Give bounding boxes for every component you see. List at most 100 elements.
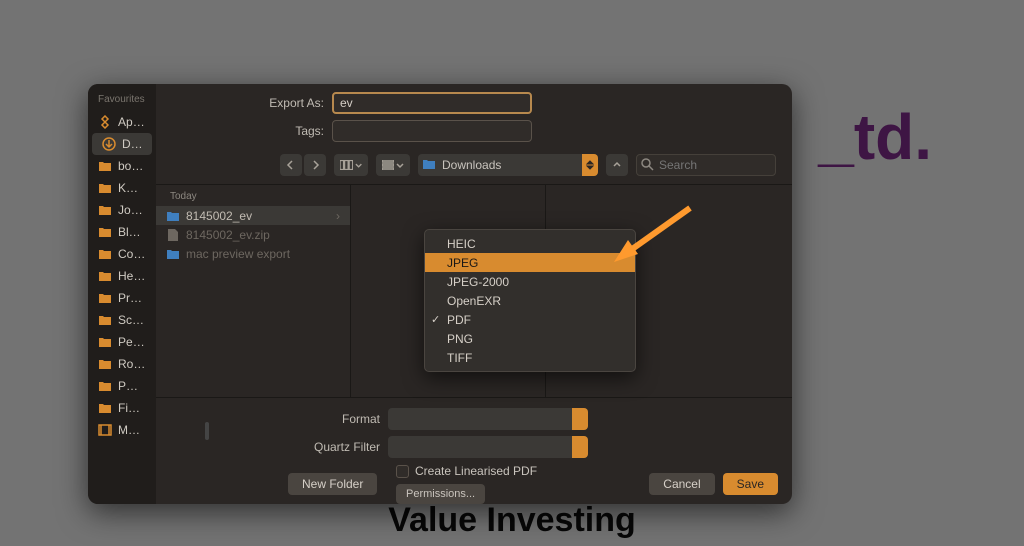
save-button[interactable]: Save [723, 473, 778, 495]
sidebar-item-presell-pages[interactable]: Presell Pages [88, 287, 156, 309]
quartz-filter-popup[interactable] [388, 436, 588, 458]
sidebar-item-label: Jokes [118, 203, 146, 217]
collapse-button[interactable] [606, 154, 628, 176]
sidebar-item-movies[interactable]: Movies [88, 419, 156, 441]
chevron-right-icon: › [336, 209, 340, 223]
toolbar: Downloads [156, 150, 792, 185]
sidebar-item-bodyfatcutter[interactable]: bodyfatcutter [88, 155, 156, 177]
file-row[interactable]: mac preview export [156, 244, 350, 263]
folder-icon [166, 209, 180, 223]
format-option-heic[interactable]: HEIC [425, 234, 635, 253]
sidebar-item-pdf-chrom-[interactable]: PDF Chrom… [88, 375, 156, 397]
sidebar-header: Favourites [88, 90, 156, 111]
popup-arrows-icon [582, 154, 598, 176]
format-option-label: OpenEXR [447, 294, 501, 308]
file-icon [166, 228, 180, 242]
sidebar-item-label: bodyfatcutter [118, 159, 146, 173]
sidebar-item-applications[interactable]: Applications [88, 111, 156, 133]
forward-button[interactable] [304, 154, 326, 176]
sidebar-item-kwebby[interactable]: Kwebby [88, 177, 156, 199]
folder-icon [98, 203, 112, 217]
sidebar-item-label: PDF Chrom… [118, 379, 146, 393]
new-folder-button[interactable]: New Folder [288, 473, 377, 495]
location-popup[interactable]: Downloads [418, 154, 598, 176]
movie-icon [98, 423, 112, 437]
dialog-footer: New Folder Cancel Save [274, 464, 792, 504]
format-popup[interactable] [388, 408, 588, 430]
format-option-tiff[interactable]: TIFF [425, 348, 635, 367]
group-button[interactable] [376, 154, 410, 176]
cancel-button[interactable]: Cancel [649, 473, 714, 495]
folder-icon [98, 357, 112, 371]
sidebar-item-copyrocket-[interactable]: Copyrocket… [88, 243, 156, 265]
format-option-jpeg-2000[interactable]: JPEG-2000 [425, 272, 635, 291]
folder-icon [98, 379, 112, 393]
folder-icon [98, 269, 112, 283]
export-as-input[interactable] [332, 92, 532, 114]
format-option-png[interactable]: PNG [425, 329, 635, 348]
sidebar-item-personal-do-[interactable]: Personal Do… [88, 331, 156, 353]
format-option-label: JPEG [447, 256, 478, 270]
sidebar-item-label: HealthyTum… [118, 269, 146, 283]
tags-input[interactable] [332, 120, 532, 142]
file-row-label: 8145002_ev.zip [186, 228, 340, 242]
export-as-label: Export As: [172, 96, 332, 110]
file-row-label: 8145002_ev [186, 209, 330, 223]
sidebar-item-label: Applications [118, 115, 146, 129]
format-option-openexr[interactable]: OpenEXR [425, 291, 635, 310]
sidebar-item-blogs[interactable]: Blogs [88, 221, 156, 243]
top-fields: Export As: Tags: [156, 84, 792, 150]
sidebar-item-healthytum-[interactable]: HealthyTum… [88, 265, 156, 287]
file-row[interactable]: 8145002_ev.zip [156, 225, 350, 244]
format-option-label: JPEG-2000 [447, 275, 509, 289]
file-row-label: mac preview export [186, 247, 340, 261]
sidebar-item-label: Movies [118, 423, 146, 437]
sidebar-item-label: RocketWeb… [118, 357, 146, 371]
sidebar-item-downloads[interactable]: Downloads [92, 133, 152, 155]
folder-icon [422, 158, 436, 173]
folder-icon [98, 291, 112, 305]
sidebar-item-jokes[interactable]: Jokes [88, 199, 156, 221]
folder-icon [98, 313, 112, 327]
apps-icon [98, 115, 112, 129]
search-icon [641, 158, 654, 174]
folder-icon [98, 181, 112, 195]
format-option-label: TIFF [447, 351, 472, 365]
check-icon: ✓ [431, 313, 440, 326]
folder-icon [98, 159, 112, 173]
folder-icon [98, 225, 112, 239]
search-input[interactable] [636, 154, 776, 176]
file-row[interactable]: 8145002_ev › [156, 206, 350, 225]
format-option-pdf[interactable]: ✓ PDF [425, 310, 635, 329]
sidebar-item-rocketweb-[interactable]: RocketWeb… [88, 353, 156, 375]
format-option-label: HEIC [447, 237, 476, 251]
format-option-label: PDF [447, 313, 471, 327]
format-option-jpeg[interactable]: JPEG [425, 253, 635, 272]
sidebar-item-label: Scripts [118, 313, 146, 327]
sidebar-item-label: Final Inter [118, 401, 146, 415]
sidebar-item-scripts[interactable]: Scripts [88, 309, 156, 331]
folder-icon [98, 335, 112, 349]
sidebar-item-final-inter[interactable]: Final Inter [88, 397, 156, 419]
quartz-filter-label: Quartz Filter [172, 440, 388, 454]
nav-group [280, 154, 326, 176]
browser-column-1: Today 8145002_ev › 8145002_ev.zipmac previ… [156, 185, 351, 397]
column-header: Today [156, 189, 350, 206]
sidebar-item-label: Personal Do… [118, 335, 146, 349]
down-icon [102, 137, 116, 151]
sidebar-item-label: Downloads [122, 137, 142, 151]
tags-label: Tags: [172, 124, 332, 138]
location-label: Downloads [442, 158, 501, 172]
format-option-label: PNG [447, 332, 473, 346]
folder-icon [166, 247, 180, 261]
format-dropdown: HEIC JPEG JPEG-2000 OpenEXR ✓ PDF PNG TIFF [424, 229, 636, 372]
sidebar-item-label: Blogs [118, 225, 146, 239]
sidebar-item-label: Copyrocket… [118, 247, 146, 261]
sidebar: Favourites Applications Downloads bodyfatc… [88, 84, 156, 504]
back-button[interactable] [280, 154, 302, 176]
view-columns-button[interactable] [334, 154, 368, 176]
sidebar-item-label: Presell Pages [118, 291, 146, 305]
sidebar-item-label: Kwebby [118, 181, 146, 195]
folder-icon [98, 401, 112, 415]
format-label: Format [172, 412, 388, 426]
